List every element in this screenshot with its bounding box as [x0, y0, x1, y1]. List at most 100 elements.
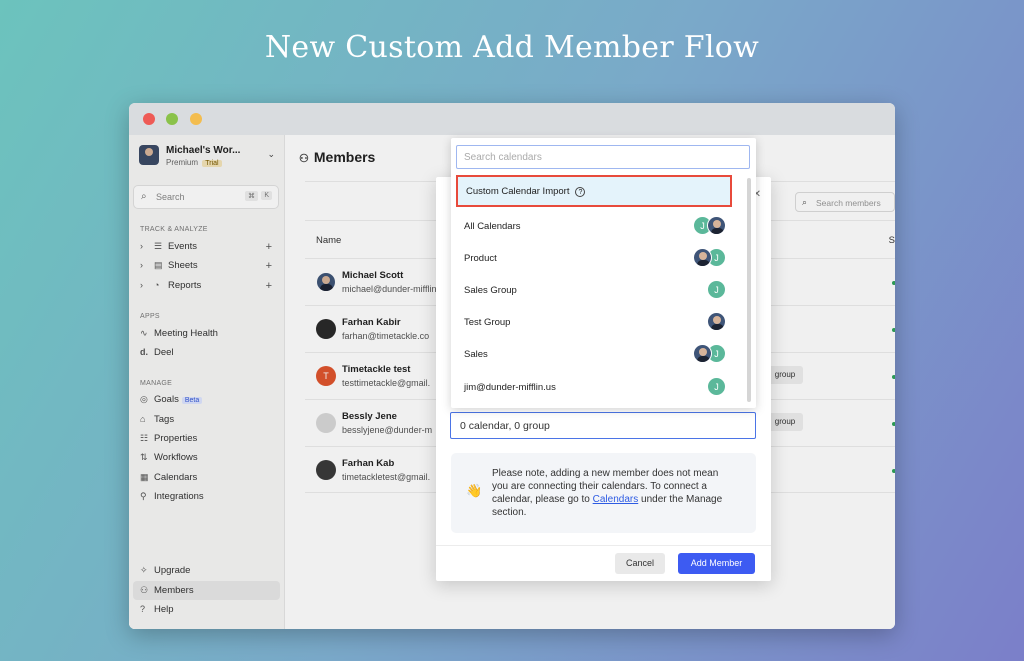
minimize-window-button[interactable] — [166, 113, 178, 125]
calendar-option-test-group[interactable]: Test Group — [456, 306, 732, 338]
cancel-button[interactable]: Cancel — [615, 553, 665, 574]
member-name: Timetackle test — [342, 364, 411, 375]
add-member-button[interactable]: Add Member — [678, 553, 755, 574]
search-members-input[interactable]: ⌕ Search members — [795, 192, 895, 212]
help-icon[interactable]: ? — [575, 187, 586, 197]
calendar-dropdown: Search calendars Custom Calendar Import?… — [451, 138, 756, 408]
users-icon: ⚇ — [140, 585, 149, 595]
section-manage: MANAGE — [140, 380, 173, 387]
plug-icon: ⚲ — [140, 491, 147, 501]
sidebar-item-deel[interactable]: d. Deel — [140, 347, 280, 365]
group-tag[interactable]: group — [767, 413, 803, 431]
member-email: farhan@timetackle.co — [342, 331, 430, 341]
search-icon: ⌕ — [802, 197, 808, 207]
group-tag[interactable]: group — [767, 366, 803, 384]
section-track-analyze: TRACK & ANALYZE — [140, 226, 208, 233]
custom-calendar-import-label: Custom Calendar Import — [466, 186, 570, 197]
member-email: besslyjene@dunder-m — [342, 425, 433, 435]
add-event-button[interactable]: + — [266, 241, 272, 253]
search-calendars-input[interactable]: Search calendars — [456, 145, 750, 169]
workflow-icon: ⇅ — [140, 452, 148, 462]
sidebar-item-reports[interactable]: › ◔ Reports + — [140, 280, 280, 298]
custom-calendar-import-option[interactable]: Custom Calendar Import? — [456, 175, 732, 207]
sidebar-item-properties[interactable]: ☷ Properties — [140, 433, 280, 451]
search-members-placeholder: Search members — [816, 198, 881, 208]
sidebar-item-events[interactable]: › ☰ Events + — [140, 241, 280, 259]
sidebar-item-members[interactable]: ⚇ Members — [133, 581, 280, 600]
window-titlebar — [129, 103, 895, 135]
status-dot — [892, 328, 895, 332]
modal-footer: Cancel Add Member — [436, 545, 771, 581]
kbd-cmd: ⌘ — [245, 191, 258, 201]
avatar — [693, 344, 712, 363]
sidebar-search-placeholder: Search — [156, 192, 185, 202]
sidebar: Michael's Wor... Premium Trial ⌄ ⌕ Searc… — [129, 135, 285, 629]
workspace-name: Michael's Wor... — [166, 145, 241, 156]
sidebar-item-sheets[interactable]: › ▤ Sheets + — [140, 260, 280, 278]
status-dot — [892, 281, 895, 285]
sidebar-item-integrations[interactable]: ⚲ Integrations — [140, 491, 280, 509]
avatar — [707, 312, 726, 331]
sidebar-item-help[interactable]: ? Help — [140, 604, 280, 622]
users-icon: ⚇ — [299, 153, 309, 165]
chevron-right-icon: › — [140, 260, 143, 270]
app-window: Michael's Wor... Premium Trial ⌄ ⌕ Searc… — [129, 103, 895, 629]
member-name: Michael Scott — [342, 270, 404, 281]
sidebar-item-tags[interactable]: ⌂ Tags — [140, 414, 280, 432]
calendar-icon: ▦ — [140, 472, 149, 482]
column-header-status[interactable]: S — [889, 235, 895, 246]
add-sheet-button[interactable]: + — [266, 260, 272, 272]
deel-icon: d. — [140, 347, 148, 357]
avatar — [316, 413, 336, 433]
search-icon: ⌕ — [141, 191, 147, 202]
sidebar-item-calendars[interactable]: ▦ Calendars — [140, 472, 280, 490]
avatar: J — [707, 280, 726, 299]
calendar-option-sales-group[interactable]: Sales Group J — [456, 274, 732, 306]
page-headline: New Custom Add Member Flow — [264, 30, 760, 65]
status-dot — [892, 422, 895, 426]
member-email: testtimetackle@gmail. — [342, 378, 431, 388]
pulse-icon: ∿ — [140, 328, 148, 338]
member-name: Farhan Kab — [342, 458, 395, 469]
calendar-option-jim[interactable]: jim@dunder-mifflin.us J — [456, 371, 732, 403]
properties-icon: ☷ — [140, 433, 149, 443]
avatar: T — [316, 366, 336, 386]
avatar — [707, 216, 726, 235]
trial-badge: Trial — [202, 160, 222, 167]
calendar-option-product[interactable]: Product J — [456, 242, 732, 274]
dropdown-scrollbar[interactable] — [747, 178, 751, 402]
section-apps: APPS — [140, 313, 160, 320]
sheet-icon: ▤ — [154, 260, 163, 270]
status-dot — [892, 375, 895, 379]
member-name: Bessly Jene — [342, 411, 397, 422]
avatar: J — [707, 377, 726, 396]
maximize-window-button[interactable] — [190, 113, 202, 125]
avatar — [693, 248, 712, 267]
workspace-switcher[interactable]: Michael's Wor... Premium Trial ⌄ — [139, 143, 279, 171]
member-email: timetackletest@gmail. — [342, 472, 431, 482]
chevron-right-icon: › — [140, 241, 143, 251]
help-icon: ? — [140, 604, 146, 614]
pie-chart-icon: ◔ — [154, 280, 160, 290]
sparkle-icon: ✧ — [140, 565, 148, 575]
target-icon: ◎ — [140, 394, 148, 404]
column-header-name[interactable]: Name — [316, 235, 341, 246]
add-report-button[interactable]: + — [266, 280, 272, 292]
wave-icon: 👋 — [466, 483, 483, 498]
sidebar-item-meeting-health[interactable]: ∿ Meeting Health — [140, 328, 280, 346]
workspace-plan: Premium Trial — [166, 158, 222, 167]
sidebar-item-goals[interactable]: ◎ Goals Beta — [140, 394, 280, 412]
member-name: Farhan Kabir — [342, 317, 401, 328]
calendar-select-field[interactable]: 0 calendar, 0 group — [450, 412, 756, 439]
chevron-down-icon: ⌄ — [267, 149, 275, 159]
close-window-button[interactable] — [143, 113, 155, 125]
info-note-text: Please note, adding a new member does no… — [492, 468, 723, 518]
calendars-link[interactable]: Calendars — [593, 494, 639, 505]
tag-icon: ⌂ — [140, 414, 146, 424]
avatar — [316, 319, 336, 339]
sidebar-search[interactable]: ⌕ Search ⌘ K — [133, 185, 279, 209]
calendar-option-all-calendars[interactable]: All Calendars J — [456, 210, 732, 242]
sidebar-item-workflows[interactable]: ⇅ Workflows — [140, 452, 280, 470]
calendar-option-sales[interactable]: Sales J — [456, 338, 732, 370]
kbd-k: K — [261, 191, 272, 200]
